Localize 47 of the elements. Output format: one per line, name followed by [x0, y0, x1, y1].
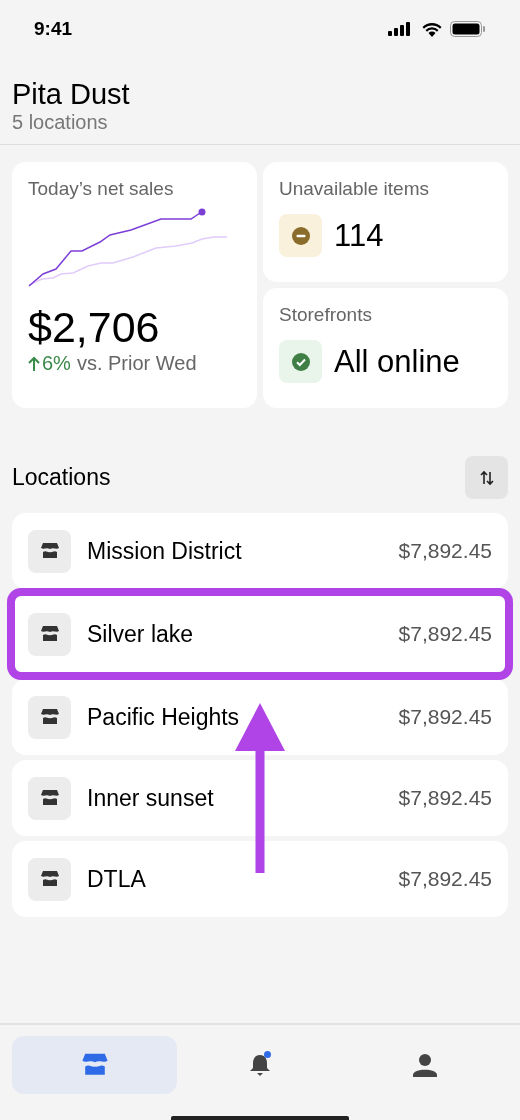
store-icon — [28, 612, 71, 656]
location-name: Inner sunset — [87, 784, 215, 812]
card-title: Today’s net sales — [28, 178, 175, 200]
notification-dot — [264, 1051, 271, 1058]
store-icon — [28, 776, 71, 820]
person-icon — [412, 1052, 439, 1078]
battery-icon — [450, 21, 486, 37]
check-icon — [279, 340, 322, 383]
location-row[interactable]: Mission District $7,892.45 — [12, 513, 508, 589]
card-title: Storefronts — [279, 304, 373, 326]
location-row[interactable]: Pacific Heights $7,892.45 — [12, 679, 508, 755]
location-amount: $7,892.45 — [398, 539, 492, 563]
storefront-status: All online — [334, 343, 460, 380]
sales-endpoint — [198, 208, 206, 216]
sort-icon — [478, 469, 495, 486]
section-title: Locations — [12, 464, 111, 491]
location-amount: $7,892.45 — [398, 867, 492, 891]
sort-button[interactable] — [465, 456, 508, 499]
sales-card[interactable]: Today’s net sales $2,706 6% vs. Prior Wed — [12, 162, 257, 408]
location-name: DTLA — [87, 865, 147, 893]
storefronts-card[interactable]: Storefronts All online — [263, 288, 508, 408]
unavailable-count: 114 — [334, 217, 384, 254]
wifi-icon — [422, 21, 442, 37]
sales-change: 6% — [28, 352, 71, 375]
location-row[interactable]: DTLA $7,892.45 — [12, 841, 508, 917]
unavailable-card[interactable]: Unavailable items 114 — [263, 162, 508, 282]
business-title: Pita Dust — [12, 78, 131, 110]
minus-icon — [279, 214, 322, 257]
location-row[interactable]: Inner sunset $7,892.45 — [12, 760, 508, 836]
store-icon — [28, 695, 71, 739]
comparison-label: vs. Prior Wed — [76, 352, 197, 375]
location-amount: $7,892.45 — [398, 622, 492, 646]
location-row[interactable]: Silver lake $7,892.45 — [7, 588, 513, 680]
location-name: Pacific Heights — [87, 703, 241, 731]
tab-button[interactable] — [12, 1036, 178, 1094]
status-time: 9:41 — [34, 18, 73, 40]
card-title: Unavailable items — [279, 178, 430, 200]
location-amount: $7,892.45 — [398, 705, 492, 729]
location-count: 5 locations — [12, 110, 109, 134]
location-amount: $7,892.45 — [398, 786, 492, 810]
location-name: Mission District — [87, 537, 243, 565]
store-icon — [28, 529, 71, 573]
store-icon — [80, 1052, 109, 1078]
store-icon — [28, 857, 71, 901]
location-name: Silver lake — [87, 620, 195, 648]
up-arrow-icon — [28, 355, 40, 372]
sales-amount: $2,706 — [28, 304, 161, 350]
